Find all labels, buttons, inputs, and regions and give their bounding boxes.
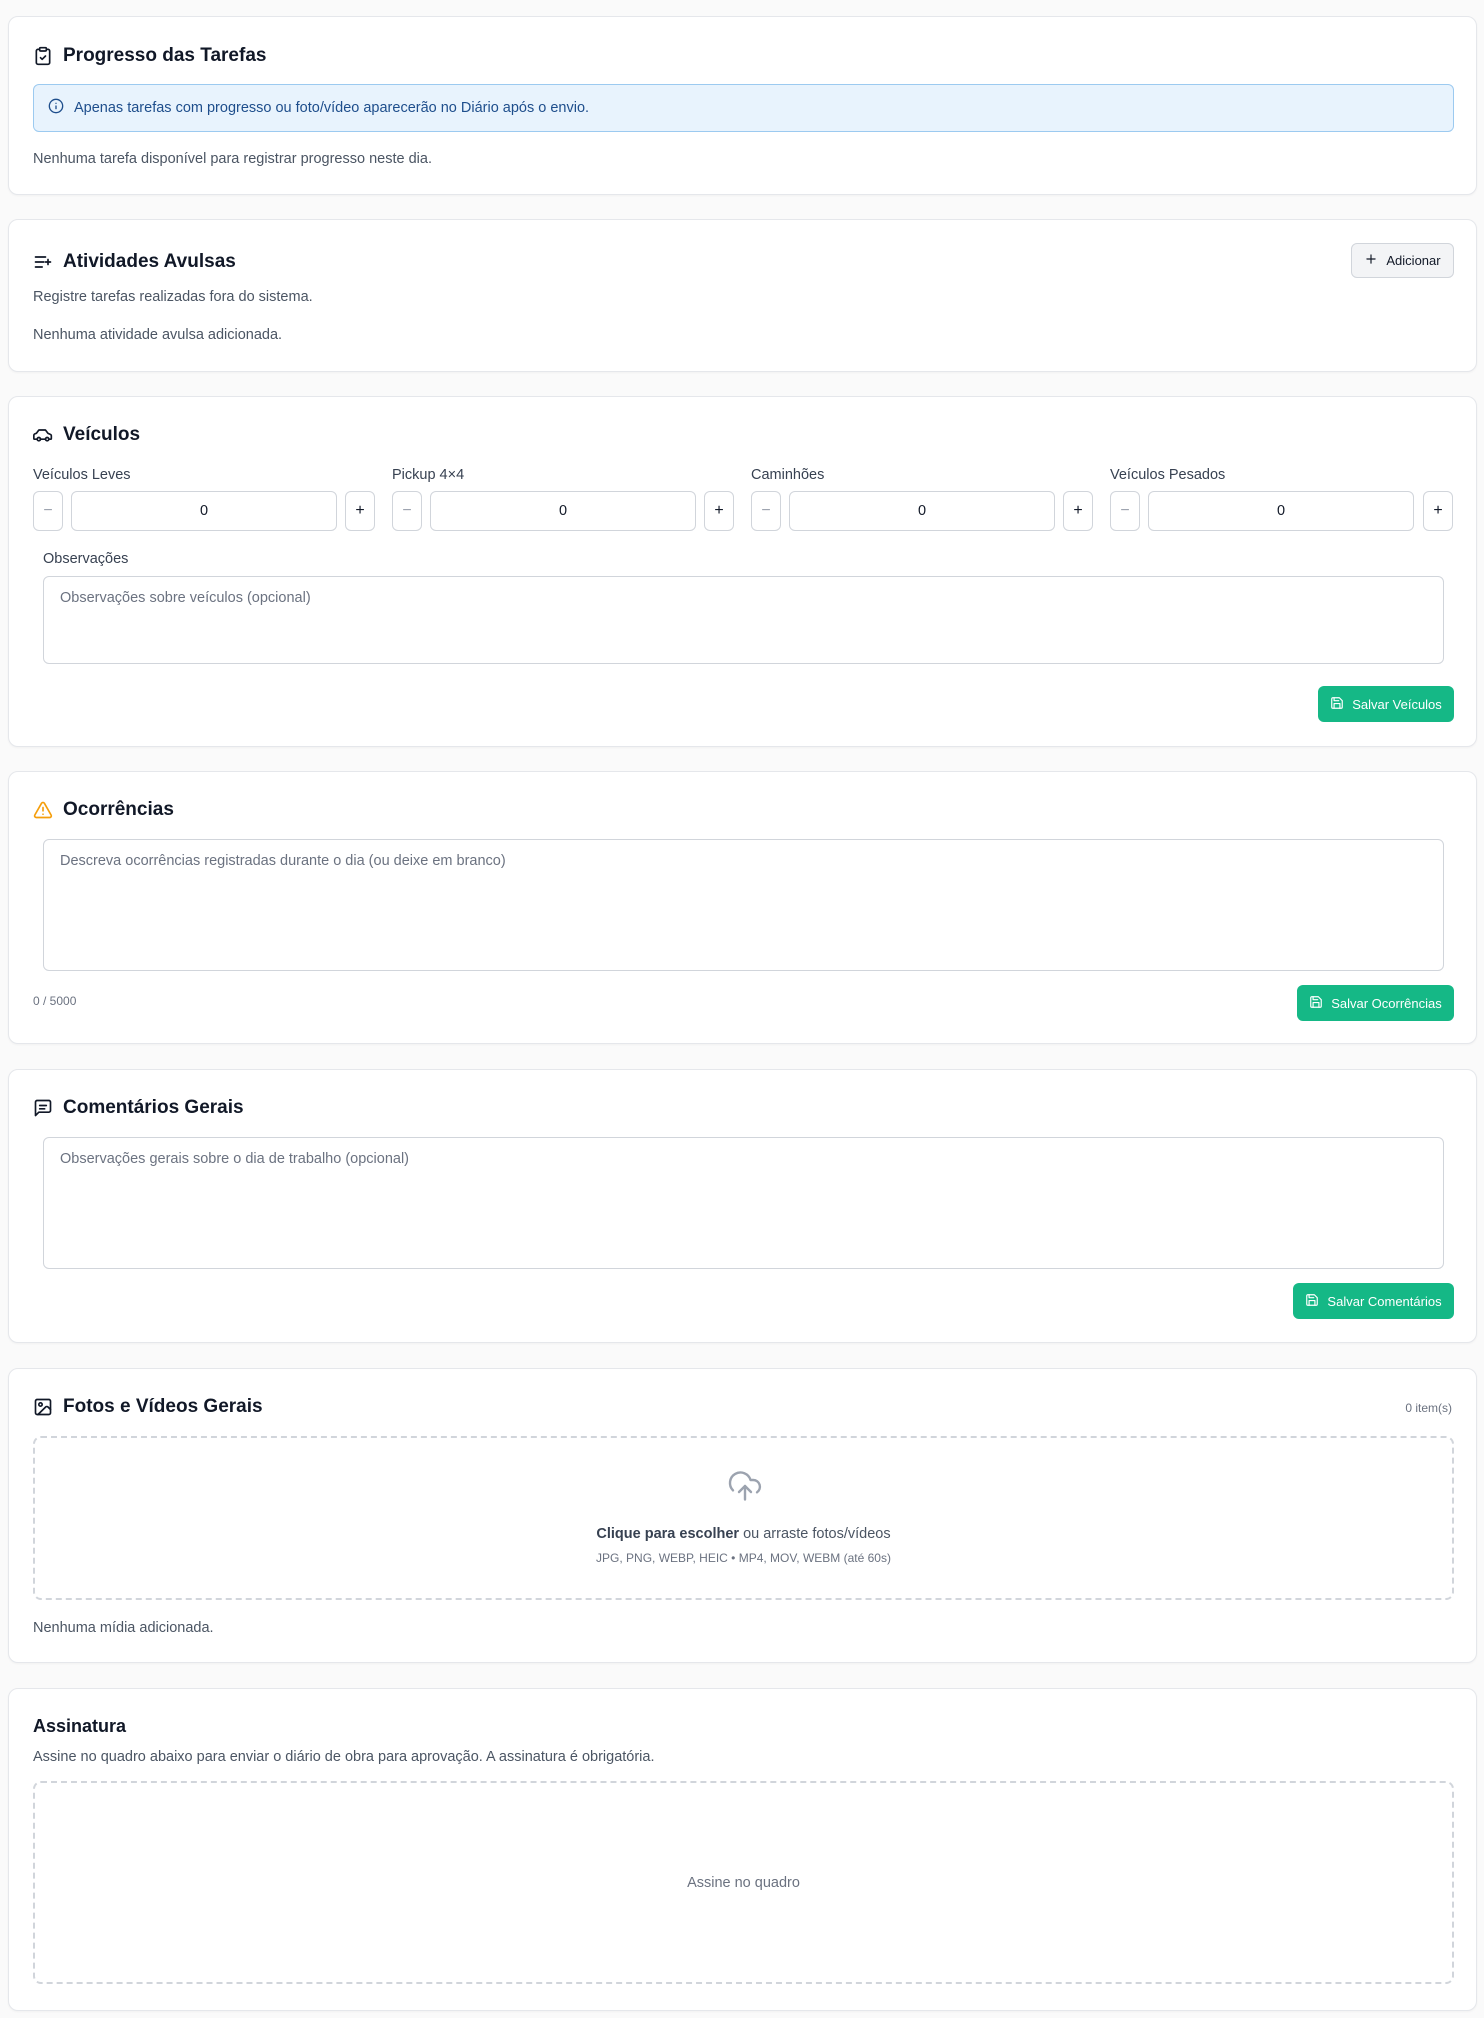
save-icon: [1305, 1293, 1319, 1310]
loose-activities-empty: Nenhuma atividade avulsa adicionada.: [33, 327, 283, 343]
clipboard-check-icon: [33, 46, 53, 66]
vehicles-title-text: Veículos: [63, 424, 141, 445]
occurrences-char-counter: 0 / 5000: [33, 994, 77, 1008]
media-upload-dropzone[interactable]: Clique para escolher ou arraste fotos/ví…: [33, 1436, 1454, 1600]
upload-formats: JPG, PNG, WEBP, HEIC • MP4, MOV, WEBM (a…: [596, 1551, 891, 1565]
pickup-label: Pickup 4×4: [392, 467, 465, 483]
loose-activities-subtitle: Registre tarefas realizadas fora do sist…: [33, 289, 313, 305]
heavy-vehicles-input[interactable]: 0: [1148, 491, 1414, 531]
trucks-increment-button[interactable]: +: [1063, 491, 1093, 531]
save-comments-button[interactable]: Salvar Comentários: [1293, 1283, 1454, 1319]
car-icon: [33, 425, 53, 445]
save-comments-label: Salvar Comentários: [1327, 1293, 1442, 1309]
media-card: Fotos e Vídeos Gerais 0 item(s) Clique p…: [8, 1368, 1477, 1663]
message-square-icon: [33, 1098, 53, 1118]
media-title: Fotos e Vídeos Gerais: [33, 1396, 263, 1418]
heavy-vehicles-label: Veículos Pesados: [1110, 467, 1226, 483]
light-vehicles-increment-button[interactable]: +: [345, 491, 375, 531]
pickup-input[interactable]: 0: [430, 491, 696, 531]
signature-pad-label: Assine no quadro: [687, 1875, 800, 1891]
light-vehicles-label: Veículos Leves: [33, 467, 131, 483]
comments-card: Comentários Gerais Observações gerais so…: [8, 1069, 1477, 1343]
signature-subtitle: Assine no quadro abaixo para enviar o di…: [33, 1749, 655, 1765]
media-empty-text: Nenhuma mídia adicionada.: [33, 1620, 214, 1636]
media-title-text: Fotos e Vídeos Gerais: [63, 1396, 263, 1417]
heavy-vehicles-decrement-button[interactable]: −: [1110, 491, 1140, 531]
signature-card: Assinatura Assine no quadro abaixo para …: [8, 1688, 1477, 2011]
plus-icon: [1364, 252, 1378, 269]
heavy-vehicles-increment-button[interactable]: +: [1423, 491, 1453, 531]
save-icon: [1330, 696, 1344, 713]
save-occurrences-button[interactable]: Salvar Ocorrências: [1297, 985, 1454, 1021]
save-vehicles-button[interactable]: Salvar Veículos: [1318, 686, 1454, 722]
upload-instruction: Clique para escolher ou arraste fotos/ví…: [35, 1526, 1452, 1542]
tasks-progress-card: Progresso das Tarefas Apenas tarefas com…: [8, 16, 1477, 195]
signature-title: Assinatura: [33, 1716, 127, 1736]
light-vehicles-input[interactable]: 0: [71, 491, 337, 531]
upload-instruction-rest: ou arraste fotos/vídeos: [739, 1526, 891, 1542]
trucks-decrement-button[interactable]: −: [751, 491, 781, 531]
vehicles-card: Veículos Veículos Leves − 0 + Pickup 4×4…: [8, 396, 1477, 747]
vehicles-notes-textarea[interactable]: Observações sobre veículos (opcional): [43, 576, 1444, 664]
info-icon: [48, 98, 64, 118]
vehicles-title: Veículos: [33, 424, 140, 446]
occurrences-textarea[interactable]: Descreva ocorrências registradas durante…: [43, 839, 1444, 971]
occurrences-title: Ocorrências: [33, 799, 174, 821]
upload-instruction-bold: Clique para escolher: [596, 1526, 740, 1542]
save-occurrences-label: Salvar Ocorrências: [1331, 995, 1442, 1011]
tasks-info-banner: Apenas tarefas com progresso ou foto/víd…: [33, 84, 1454, 132]
loose-activities-card: Atividades Avulsas Adicionar Registre ta…: [8, 219, 1477, 372]
signature-pad[interactable]: Assine no quadro: [33, 1781, 1454, 1984]
add-activity-label: Adicionar: [1386, 253, 1441, 268]
occurrences-card: Ocorrências Descreva ocorrências registr…: [8, 771, 1477, 1044]
comments-title: Comentários Gerais: [33, 1097, 244, 1119]
light-vehicles-decrement-button[interactable]: −: [33, 491, 63, 531]
comments-textarea[interactable]: Observações gerais sobre o dia de trabal…: [43, 1137, 1444, 1269]
loose-activities-title: Atividades Avulsas: [33, 251, 236, 273]
tasks-progress-title-text: Progresso das Tarefas: [63, 45, 267, 66]
pickup-decrement-button[interactable]: −: [392, 491, 422, 531]
loose-activities-title-text: Atividades Avulsas: [63, 251, 236, 272]
cloud-upload-icon: [727, 1468, 763, 1504]
pickup-increment-button[interactable]: +: [704, 491, 734, 531]
trucks-input[interactable]: 0: [789, 491, 1055, 531]
alert-triangle-icon: [33, 800, 53, 820]
tasks-empty-text: Nenhuma tarefa disponível para registrar…: [33, 151, 432, 167]
image-icon: [33, 1397, 53, 1417]
tasks-info-text: Apenas tarefas com progresso ou foto/víd…: [74, 100, 590, 116]
add-activity-button[interactable]: Adicionar: [1351, 243, 1454, 278]
media-item-count: 0 item(s): [1405, 1401, 1452, 1415]
vehicles-notes-label: Observações: [43, 551, 129, 567]
save-vehicles-label: Salvar Veículos: [1352, 696, 1442, 712]
save-icon: [1309, 995, 1323, 1012]
occurrences-title-text: Ocorrências: [63, 799, 174, 820]
tasks-progress-title: Progresso das Tarefas: [33, 45, 266, 67]
list-plus-icon: [33, 252, 53, 272]
trucks-label: Caminhões: [751, 467, 825, 483]
comments-title-text: Comentários Gerais: [63, 1097, 244, 1118]
